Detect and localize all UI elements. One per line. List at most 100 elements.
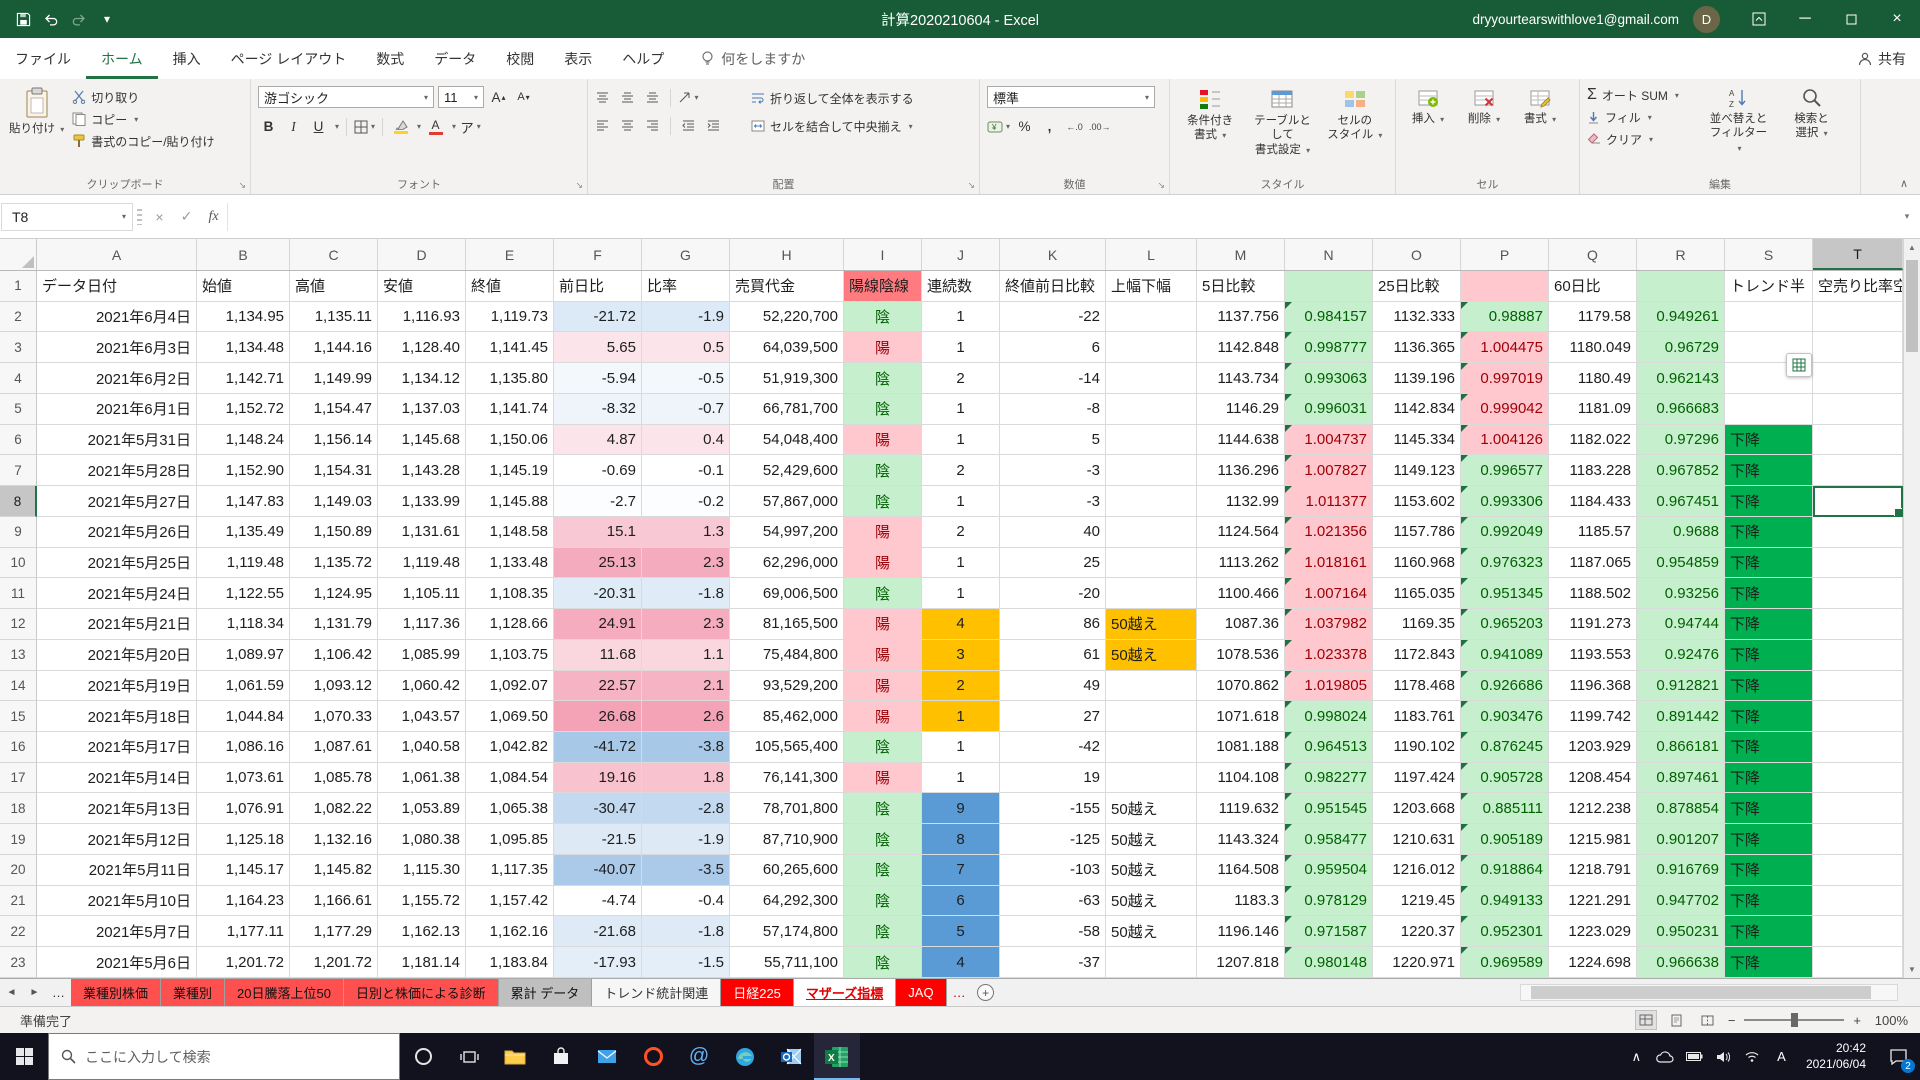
cell-M10[interactable]: 1113.262	[1197, 548, 1285, 579]
align-center-icon[interactable]	[617, 115, 638, 136]
borders-button[interactable]: ▾	[354, 116, 375, 137]
cell-D10[interactable]: 1,119.48	[378, 548, 466, 579]
cell-D15[interactable]: 1,043.57	[378, 701, 466, 732]
cell-K4[interactable]: -14	[1000, 363, 1106, 394]
cell-G8[interactable]: -0.2	[642, 486, 730, 517]
increase-indent-icon[interactable]	[703, 115, 724, 136]
cell-C2[interactable]: 1,135.11	[290, 302, 378, 333]
cell-O11[interactable]: 1165.035	[1373, 578, 1461, 609]
cell-Q19[interactable]: 1215.981	[1549, 824, 1637, 855]
cell-M7[interactable]: 1136.296	[1197, 455, 1285, 486]
sheet-prev-icon[interactable]: ◄	[0, 979, 23, 1006]
redo-icon[interactable]	[66, 6, 92, 32]
cell-O16[interactable]: 1190.102	[1373, 732, 1461, 763]
cell-I8[interactable]: 陰	[844, 486, 922, 517]
cell-R10[interactable]: 0.954859	[1637, 548, 1725, 579]
cell-O22[interactable]: 1220.37	[1373, 916, 1461, 947]
share-button[interactable]: 共有	[1858, 38, 1906, 79]
cell-K16[interactable]: -42	[1000, 732, 1106, 763]
cell-T10[interactable]	[1813, 548, 1903, 579]
find-select-button[interactable]: 検索と選択 ▾	[1775, 84, 1848, 144]
formula-bar-expand-icon[interactable]: ▾	[1894, 211, 1920, 222]
cell-Q10[interactable]: 1187.065	[1549, 548, 1637, 579]
cell-Q2[interactable]: 1179.58	[1549, 302, 1637, 333]
vertical-scrollbar[interactable]: ▲ ▼	[1903, 239, 1920, 978]
cell-I20[interactable]: 陰	[844, 855, 922, 886]
tell-me-box[interactable]: 何をしますか	[701, 38, 805, 79]
increase-font-size-icon[interactable]: A▴	[488, 87, 509, 108]
cell-T17[interactable]	[1813, 763, 1903, 794]
cell-N19[interactable]: 0.958477	[1285, 824, 1373, 855]
cell-O1[interactable]: 25日比較	[1373, 271, 1461, 302]
edge-icon[interactable]	[722, 1033, 768, 1080]
cell-L5[interactable]	[1106, 394, 1197, 425]
cell-A2[interactable]: 2021年6月4日	[37, 302, 197, 333]
sheet-tab-業種別株価[interactable]: 業種別株価	[71, 979, 161, 1006]
cell-K18[interactable]: -155	[1000, 793, 1106, 824]
cell-Q9[interactable]: 1185.57	[1549, 517, 1637, 548]
cell-O15[interactable]: 1183.761	[1373, 701, 1461, 732]
cell-E12[interactable]: 1,128.66	[466, 609, 554, 640]
cell-J11[interactable]: 1	[922, 578, 1000, 609]
cell-A20[interactable]: 2021年5月11日	[37, 855, 197, 886]
row-header-16[interactable]: 16	[0, 732, 37, 763]
sheet-more-right[interactable]: …	[947, 979, 972, 1006]
cell-D13[interactable]: 1,085.99	[378, 640, 466, 671]
cell-S2[interactable]	[1725, 302, 1813, 333]
cell-H21[interactable]: 64,292,300	[730, 886, 844, 917]
cell-K7[interactable]: -3	[1000, 455, 1106, 486]
cell-C8[interactable]: 1,149.03	[290, 486, 378, 517]
vertical-scroll-thumb[interactable]	[1906, 260, 1918, 352]
cell-R19[interactable]: 0.901207	[1637, 824, 1725, 855]
fill-button[interactable]: フィル▾	[1584, 106, 1702, 128]
row-header-9[interactable]: 9	[0, 517, 37, 548]
cell-K2[interactable]: -22	[1000, 302, 1106, 333]
cell-I4[interactable]: 陰	[844, 363, 922, 394]
cell-F8[interactable]: -2.7	[554, 486, 642, 517]
bold-button[interactable]: B	[258, 116, 279, 137]
cell-J4[interactable]: 2	[922, 363, 1000, 394]
column-header-E[interactable]: E	[466, 239, 554, 270]
cell-J15[interactable]: 1	[922, 701, 1000, 732]
cell-T19[interactable]	[1813, 824, 1903, 855]
cell-B7[interactable]: 1,152.90	[197, 455, 290, 486]
cell-G18[interactable]: -2.8	[642, 793, 730, 824]
format-painter-button[interactable]: 書式のコピー/貼り付け	[69, 130, 217, 152]
cell-K17[interactable]: 19	[1000, 763, 1106, 794]
cell-F16[interactable]: -41.72	[554, 732, 642, 763]
cell-E20[interactable]: 1,117.35	[466, 855, 554, 886]
cell-N12[interactable]: 1.037982	[1285, 609, 1373, 640]
cell-K1[interactable]: 終値前日比較	[1000, 271, 1106, 302]
cell-G22[interactable]: -1.8	[642, 916, 730, 947]
cell-A17[interactable]: 2021年5月14日	[37, 763, 197, 794]
sheet-next-icon[interactable]: ►	[23, 979, 46, 1006]
cell-P10[interactable]: 0.976323	[1461, 548, 1549, 579]
column-header-D[interactable]: D	[378, 239, 466, 270]
cell-L1[interactable]: 上幅下幅	[1106, 271, 1197, 302]
maximize-button[interactable]	[1828, 0, 1874, 38]
cell-K10[interactable]: 25	[1000, 548, 1106, 579]
cell-S16[interactable]: 下降	[1725, 732, 1813, 763]
cell-E17[interactable]: 1,084.54	[466, 763, 554, 794]
cell-A3[interactable]: 2021年6月3日	[37, 332, 197, 363]
cell-T23[interactable]	[1813, 947, 1903, 978]
cell-H10[interactable]: 62,296,000	[730, 548, 844, 579]
cell-C19[interactable]: 1,132.16	[290, 824, 378, 855]
cell-R23[interactable]: 0.966638	[1637, 947, 1725, 978]
cell-D5[interactable]: 1,137.03	[378, 394, 466, 425]
tray-expand-icon[interactable]: ∧	[1622, 1033, 1651, 1080]
cell-P7[interactable]: 0.996577	[1461, 455, 1549, 486]
cell-D7[interactable]: 1,143.28	[378, 455, 466, 486]
tab-ページ レイアウト[interactable]: ページ レイアウト	[216, 38, 362, 79]
cell-O3[interactable]: 1136.365	[1373, 332, 1461, 363]
cell-F3[interactable]: 5.65	[554, 332, 642, 363]
cell-C15[interactable]: 1,070.33	[290, 701, 378, 732]
cell-J23[interactable]: 4	[922, 947, 1000, 978]
cell-F23[interactable]: -17.93	[554, 947, 642, 978]
taskbar-search-input[interactable]: ここに入力して検索	[48, 1033, 400, 1080]
cell-M1[interactable]: 5日比較	[1197, 271, 1285, 302]
cell-I6[interactable]: 陽	[844, 425, 922, 456]
percent-style-button[interactable]: %	[1014, 116, 1035, 137]
cell-I21[interactable]: 陰	[844, 886, 922, 917]
cell-I1[interactable]: 陽線陰線	[844, 271, 922, 302]
